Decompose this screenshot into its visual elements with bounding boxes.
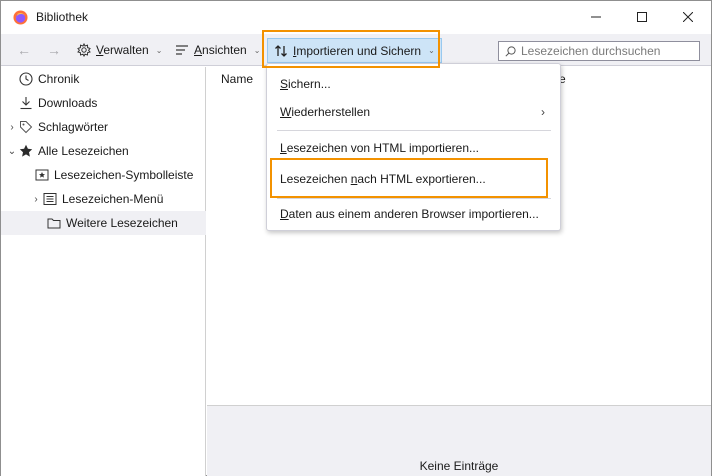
minimize-icon [591, 16, 601, 18]
sidebar-item-label: Lesezeichen-Menü [62, 192, 164, 206]
sidebar-item-label: Alle Lesezeichen [38, 144, 129, 158]
sidebar-item-all-bookmarks[interactable]: ⌄ Alle Lesezeichen [1, 139, 206, 163]
minimize-button[interactable] [573, 1, 619, 33]
chevron-down-icon[interactable]: ⌄ [6, 146, 18, 157]
search-icon [505, 45, 516, 57]
menu-item-label: Wiederherstellen [280, 105, 371, 119]
column-header-name[interactable]: Name [221, 72, 253, 86]
maximize-button[interactable] [619, 1, 665, 33]
star-icon [18, 143, 34, 159]
import-backup-label: Importieren und Sichern [293, 43, 422, 58]
search-input[interactable] [521, 44, 691, 58]
bookmark-toolbar-icon [34, 167, 50, 183]
title-bar: Bibliothek [1, 1, 711, 33]
window-title: Bibliothek [36, 10, 89, 24]
menu-item-export-html[interactable]: Lesezeichen nach HTML exportieren... [268, 166, 559, 192]
close-icon [683, 12, 693, 22]
views-label: Ansichten [194, 43, 247, 57]
sidebar-item-label: Lesezeichen-Symbolleiste [54, 168, 194, 182]
sidebar-tree: Chronik Downloads › Schlagwörter ⌄ Alle … [1, 67, 206, 476]
search-box[interactable] [498, 41, 700, 61]
chevron-right-icon: › [541, 105, 545, 119]
menu-item-import-other-browser[interactable]: Daten aus einem anderen Browser importie… [268, 201, 559, 227]
sidebar-item-history[interactable]: Chronik [1, 67, 206, 91]
chevron-down-icon: ⌄ [428, 46, 435, 55]
chevron-down-icon: ⌄ [253, 45, 261, 55]
sidebar-item-label: Schlagwörter [38, 120, 109, 134]
empty-state-text: Keine Einträge [419, 459, 499, 473]
chevron-down-icon: ⌄ [155, 45, 163, 55]
sidebar-item-label: Downloads [38, 96, 98, 110]
folder-icon [46, 215, 62, 231]
import-export-arrows-icon [275, 44, 287, 57]
views-button[interactable]: Ansichten ⌄ [175, 39, 260, 61]
clock-icon [18, 71, 34, 87]
import-backup-menu: Sichern... Wiederherstellen › Lesezeiche… [266, 63, 561, 231]
menu-item-label: Daten aus einem anderen Browser importie… [280, 207, 539, 221]
sidebar-item-label: Weitere Lesezeichen [66, 216, 178, 230]
menu-item-label: Lesezeichen nach HTML exportieren... [280, 172, 486, 186]
maximize-icon [637, 12, 647, 22]
bookmark-menu-icon [42, 191, 58, 207]
chevron-right-icon[interactable]: › [6, 122, 18, 133]
forward-button[interactable]: → [47, 42, 61, 58]
manage-label: Verwalten [96, 43, 149, 57]
list-view-icon [176, 45, 188, 55]
back-button[interactable]: ← [17, 42, 31, 58]
download-icon [18, 95, 34, 111]
gear-icon [77, 43, 91, 57]
menu-item-backup[interactable]: Sichern... [268, 71, 559, 97]
menu-item-label: Sichern... [280, 77, 331, 91]
sidebar-item-downloads[interactable]: Downloads [1, 91, 206, 115]
menu-item-label: Lesezeichen von HTML importieren... [280, 141, 479, 155]
firefox-icon [13, 10, 28, 25]
sidebar-item-label: Chronik [38, 72, 80, 86]
tag-icon [18, 119, 34, 135]
manage-button[interactable]: Verwalten ⌄ [77, 39, 162, 61]
menu-separator [277, 130, 551, 131]
sidebar-item-bookmarks-toolbar[interactable]: Lesezeichen-Symbolleiste [1, 163, 206, 187]
close-button[interactable] [665, 1, 711, 33]
details-pane: Keine Einträge [207, 405, 711, 476]
toolbar: ← → Verwalten ⌄ Ansichten ⌄ Importieren … [1, 34, 711, 66]
sidebar-item-bookmarks-menu[interactable]: › Lesezeichen-Menü [1, 187, 206, 211]
menu-separator [277, 198, 551, 199]
menu-item-import-html[interactable]: Lesezeichen von HTML importieren... [268, 135, 559, 161]
import-backup-button[interactable]: Importieren und Sichern ⌄ [267, 38, 442, 63]
sidebar-item-tags[interactable]: › Schlagwörter [1, 115, 206, 139]
chevron-right-icon[interactable]: › [30, 194, 42, 205]
sidebar-item-other-bookmarks[interactable]: Weitere Lesezeichen [1, 211, 206, 235]
menu-item-restore[interactable]: Wiederherstellen › [268, 99, 559, 125]
